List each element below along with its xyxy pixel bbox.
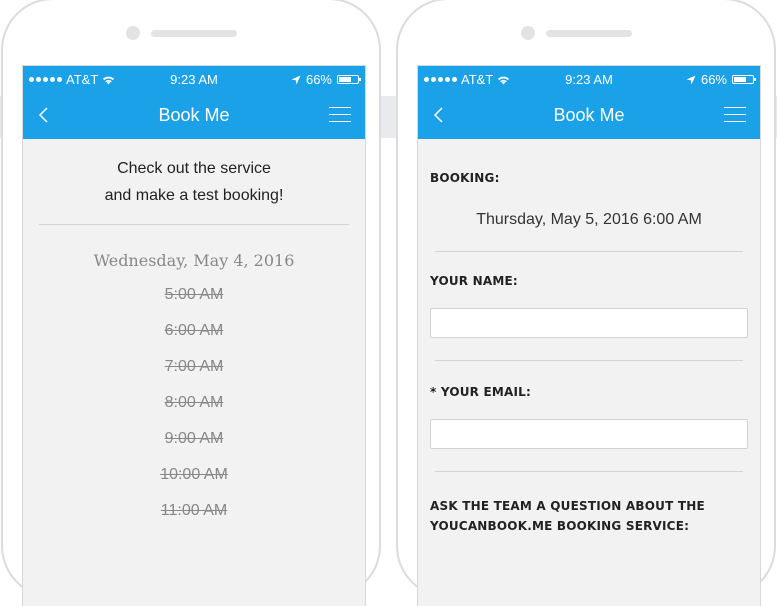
- divider: [435, 360, 743, 361]
- booking-value: Thursday, May 5, 2016 6:00 AM: [476, 211, 702, 228]
- battery-icon: [732, 75, 756, 84]
- divider: [39, 224, 349, 225]
- phone-frame-left: AT&T 9:23 AM 66% Book Me Check out the s…: [1, 0, 381, 606]
- schedule-date: Wednesday, May 4, 2016: [93, 251, 295, 270]
- divider: [435, 471, 743, 472]
- front-camera: [126, 26, 140, 40]
- earpiece-speaker: [151, 30, 237, 37]
- intro-text: Check out the service and make a test bo…: [23, 139, 365, 209]
- screen-right: AT&T 9:23 AM 66% Book Me BOOKING: Thursd…: [418, 66, 760, 606]
- time-slot[interactable]: 5:00 AM: [23, 283, 365, 319]
- question-label-line-2: YOUCANBOOK.ME BOOKING SERVICE:: [430, 519, 690, 533]
- email-label: * YOUR EMAIL:: [430, 385, 532, 399]
- time-slot-list: 5:00 AM 6:00 AM 7:00 AM 8:00 AM 9:00 AM …: [23, 283, 365, 535]
- time-slot[interactable]: 7:00 AM: [23, 355, 365, 391]
- booking-label: BOOKING:: [430, 171, 500, 185]
- battery-percent: 66%: [305, 72, 332, 87]
- front-camera: [521, 26, 535, 40]
- nav-bar: Book Me: [418, 93, 760, 139]
- question-label-line-1: ASK THE TEAM A QUESTION ABOUT THE: [430, 499, 705, 513]
- name-label: YOUR NAME:: [430, 274, 518, 288]
- time-slot[interactable]: 10:00 AM: [23, 463, 365, 499]
- location-arrow-icon: [291, 75, 301, 84]
- booking-form: BOOKING: Thursday, May 5, 2016 6:00 AM Y…: [418, 139, 760, 536]
- battery-icon: [337, 75, 361, 84]
- nav-bar: Book Me: [23, 93, 365, 139]
- status-bar: AT&T 9:23 AM 66%: [418, 66, 760, 93]
- intro-line-2: and make a test booking!: [104, 187, 284, 204]
- nav-title: Book Me: [553, 105, 625, 125]
- status-bar: AT&T 9:23 AM 66%: [23, 66, 365, 93]
- hamburger-menu-icon[interactable]: [329, 107, 351, 123]
- time-slot[interactable]: 6:00 AM: [23, 319, 365, 355]
- name-field[interactable]: [430, 308, 748, 338]
- divider: [435, 251, 743, 252]
- question-label: ASK THE TEAM A QUESTION ABOUT THE YOUCAN…: [430, 496, 748, 536]
- phone-frame-right: AT&T 9:23 AM 66% Book Me BOOKING: Thursd…: [396, 0, 776, 606]
- time-slot[interactable]: 9:00 AM: [23, 427, 365, 463]
- email-field[interactable]: [430, 419, 748, 449]
- earpiece-speaker: [546, 30, 632, 37]
- time-slot[interactable]: 8:00 AM: [23, 391, 365, 427]
- nav-title: Book Me: [158, 105, 230, 125]
- location-arrow-icon: [686, 75, 696, 84]
- hamburger-menu-icon[interactable]: [724, 107, 746, 123]
- battery-percent: 66%: [700, 72, 727, 87]
- time-slot[interactable]: 11:00 AM: [23, 499, 365, 535]
- screen-left: AT&T 9:23 AM 66% Book Me Check out the s…: [23, 66, 365, 606]
- intro-line-1: Check out the service: [117, 160, 271, 177]
